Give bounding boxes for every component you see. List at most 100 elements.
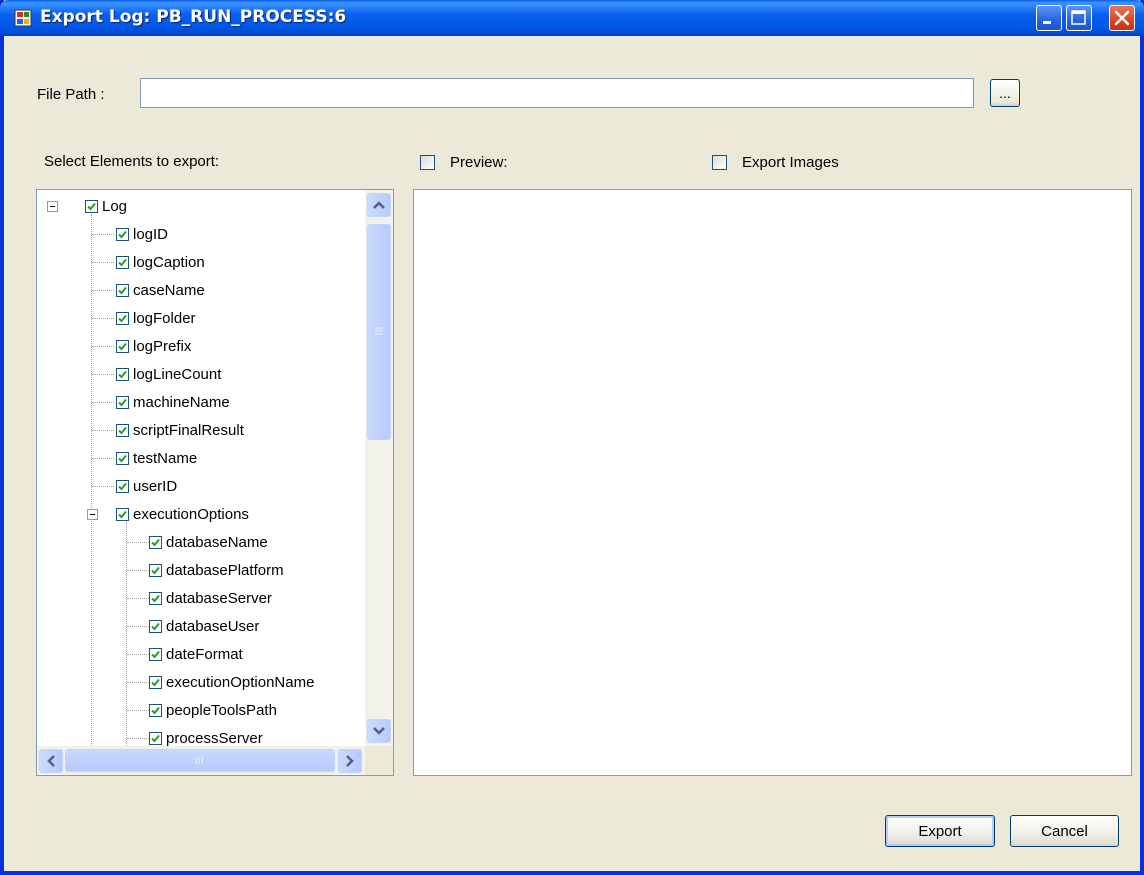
export-images-checkbox[interactable] [712,155,727,170]
scroll-right-arrow[interactable] [338,749,362,773]
tree-item-label: userID [133,478,178,495]
tree-connector [127,570,149,571]
browse-button[interactable]: ... [990,79,1020,107]
tree-checkbox[interactable] [116,312,129,325]
tree-connector [92,318,114,319]
tree-item[interactable]: userID [116,473,177,500]
tree-checkbox[interactable] [149,592,162,605]
tree-checkbox[interactable] [149,564,162,577]
horizontal-scroll-thumb[interactable] [65,749,335,772]
tree-checkbox[interactable] [149,732,162,745]
export-button[interactable]: Export [885,815,995,847]
tree-checkbox[interactable] [116,480,129,493]
tree-item[interactable]: testName [116,445,197,472]
tree-checkbox[interactable] [116,508,129,521]
tree-item-label: peopleToolsPath [166,702,277,719]
scroll-left-arrow[interactable] [39,749,63,773]
preview-checkbox-row[interactable]: Preview: [420,154,508,171]
scrollbar-corner [365,746,393,775]
title-bar[interactable]: Export Log: PB_RUN_PROCESS:6 [0,0,1144,36]
tree-connector [127,682,149,683]
tree-item[interactable]: databaseServer [149,585,272,612]
tree-item-label: caseName [133,282,205,299]
file-path-input[interactable] [140,78,974,108]
preview-checkbox[interactable] [420,155,435,170]
tree-checkbox[interactable] [116,228,129,241]
tree-item-label: databaseServer [166,590,272,607]
tree-item[interactable]: databaseName [149,529,268,556]
tree-item[interactable]: machineName [116,389,230,416]
export-log-dialog: Export Log: PB_RUN_PROCESS:6 File Path :… [0,0,1144,875]
file-path-label: File Path : [37,86,105,103]
tree-connector [127,626,149,627]
tree-checkbox[interactable] [116,396,129,409]
cancel-button[interactable]: Cancel [1010,815,1119,847]
tree-item-label: testName [133,450,198,467]
tree-item-label: logFolder [133,310,196,327]
maximize-button[interactable] [1066,5,1092,31]
preview-label: Preview: [450,154,508,171]
window-title: Export Log: PB_RUN_PROCESS:6 [40,7,347,27]
tree-item[interactable]: logLineCount [116,361,221,388]
tree-item-execution-options[interactable]: executionOptions [116,501,249,528]
tree-item[interactable]: caseName [116,277,205,304]
tree-checkbox[interactable] [116,256,129,269]
tree-connector [92,290,114,291]
tree-item-label: databasePlatform [166,562,284,579]
tree-connector [127,738,149,739]
close-button[interactable] [1109,5,1135,31]
collapse-toggle[interactable] [47,201,58,212]
scroll-down-arrow[interactable] [367,719,391,743]
select-elements-label: Select Elements to export: [44,153,220,170]
tree-item[interactable]: executionOptionName [149,669,314,696]
tree-checkbox[interactable] [116,284,129,297]
collapse-toggle[interactable] [87,509,98,520]
horizontal-scrollbar[interactable] [37,746,365,775]
tree-connector [127,710,149,711]
tree-checkbox[interactable] [116,424,129,437]
tree-item-label: Log [102,198,128,215]
tree-item-log[interactable]: Log [85,193,127,220]
vertical-scroll-thumb[interactable] [367,224,391,440]
vertical-scrollbar[interactable] [365,190,393,746]
tree-item-label: processServer [166,730,263,746]
tree-checkbox[interactable] [149,676,162,689]
tree-item-label: executionOptions [133,506,249,523]
tree-checkbox[interactable] [116,340,129,353]
tree-checkbox[interactable] [149,704,162,717]
tree-checkbox[interactable] [149,648,162,661]
export-images-checkbox-row[interactable]: Export Images [712,154,839,171]
tree-checkbox[interactable] [85,200,98,213]
preview-pane[interactable] [413,189,1132,776]
tree-connector [92,458,114,459]
app-icon [14,9,32,27]
tree-checkbox[interactable] [149,536,162,549]
tree-connector [92,262,114,263]
tree-connector [127,598,149,599]
tree-checkbox[interactable] [116,452,129,465]
tree-item[interactable]: dateFormat [149,641,243,668]
export-images-label: Export Images [742,154,839,171]
tree-connector [126,522,127,746]
tree-item[interactable]: scriptFinalResult [116,417,244,444]
tree-item[interactable]: logFolder [116,305,196,332]
tree-connector [92,402,114,403]
elements-tree[interactable]: Log logID logCaption caseName logFolder [36,189,394,776]
tree-item[interactable]: processServer [149,725,263,746]
tree-item[interactable]: logPrefix [116,333,191,360]
tree-checkbox[interactable] [116,368,129,381]
tree-item[interactable]: logCaption [116,249,205,276]
tree-item-label: executionOptionName [166,674,315,691]
tree-item[interactable]: logID [116,221,168,248]
tree-connector [92,486,114,487]
tree-item-label: machineName [133,394,230,411]
tree-checkbox[interactable] [149,620,162,633]
tree-connector [127,654,149,655]
tree-item[interactable]: databaseUser [149,613,259,640]
tree-item-label: scriptFinalResult [133,422,244,439]
tree-connector [92,430,114,431]
scroll-up-arrow[interactable] [367,193,391,217]
minimize-button[interactable] [1036,5,1062,31]
tree-item[interactable]: databasePlatform [149,557,284,584]
tree-item[interactable]: peopleToolsPath [149,697,277,724]
